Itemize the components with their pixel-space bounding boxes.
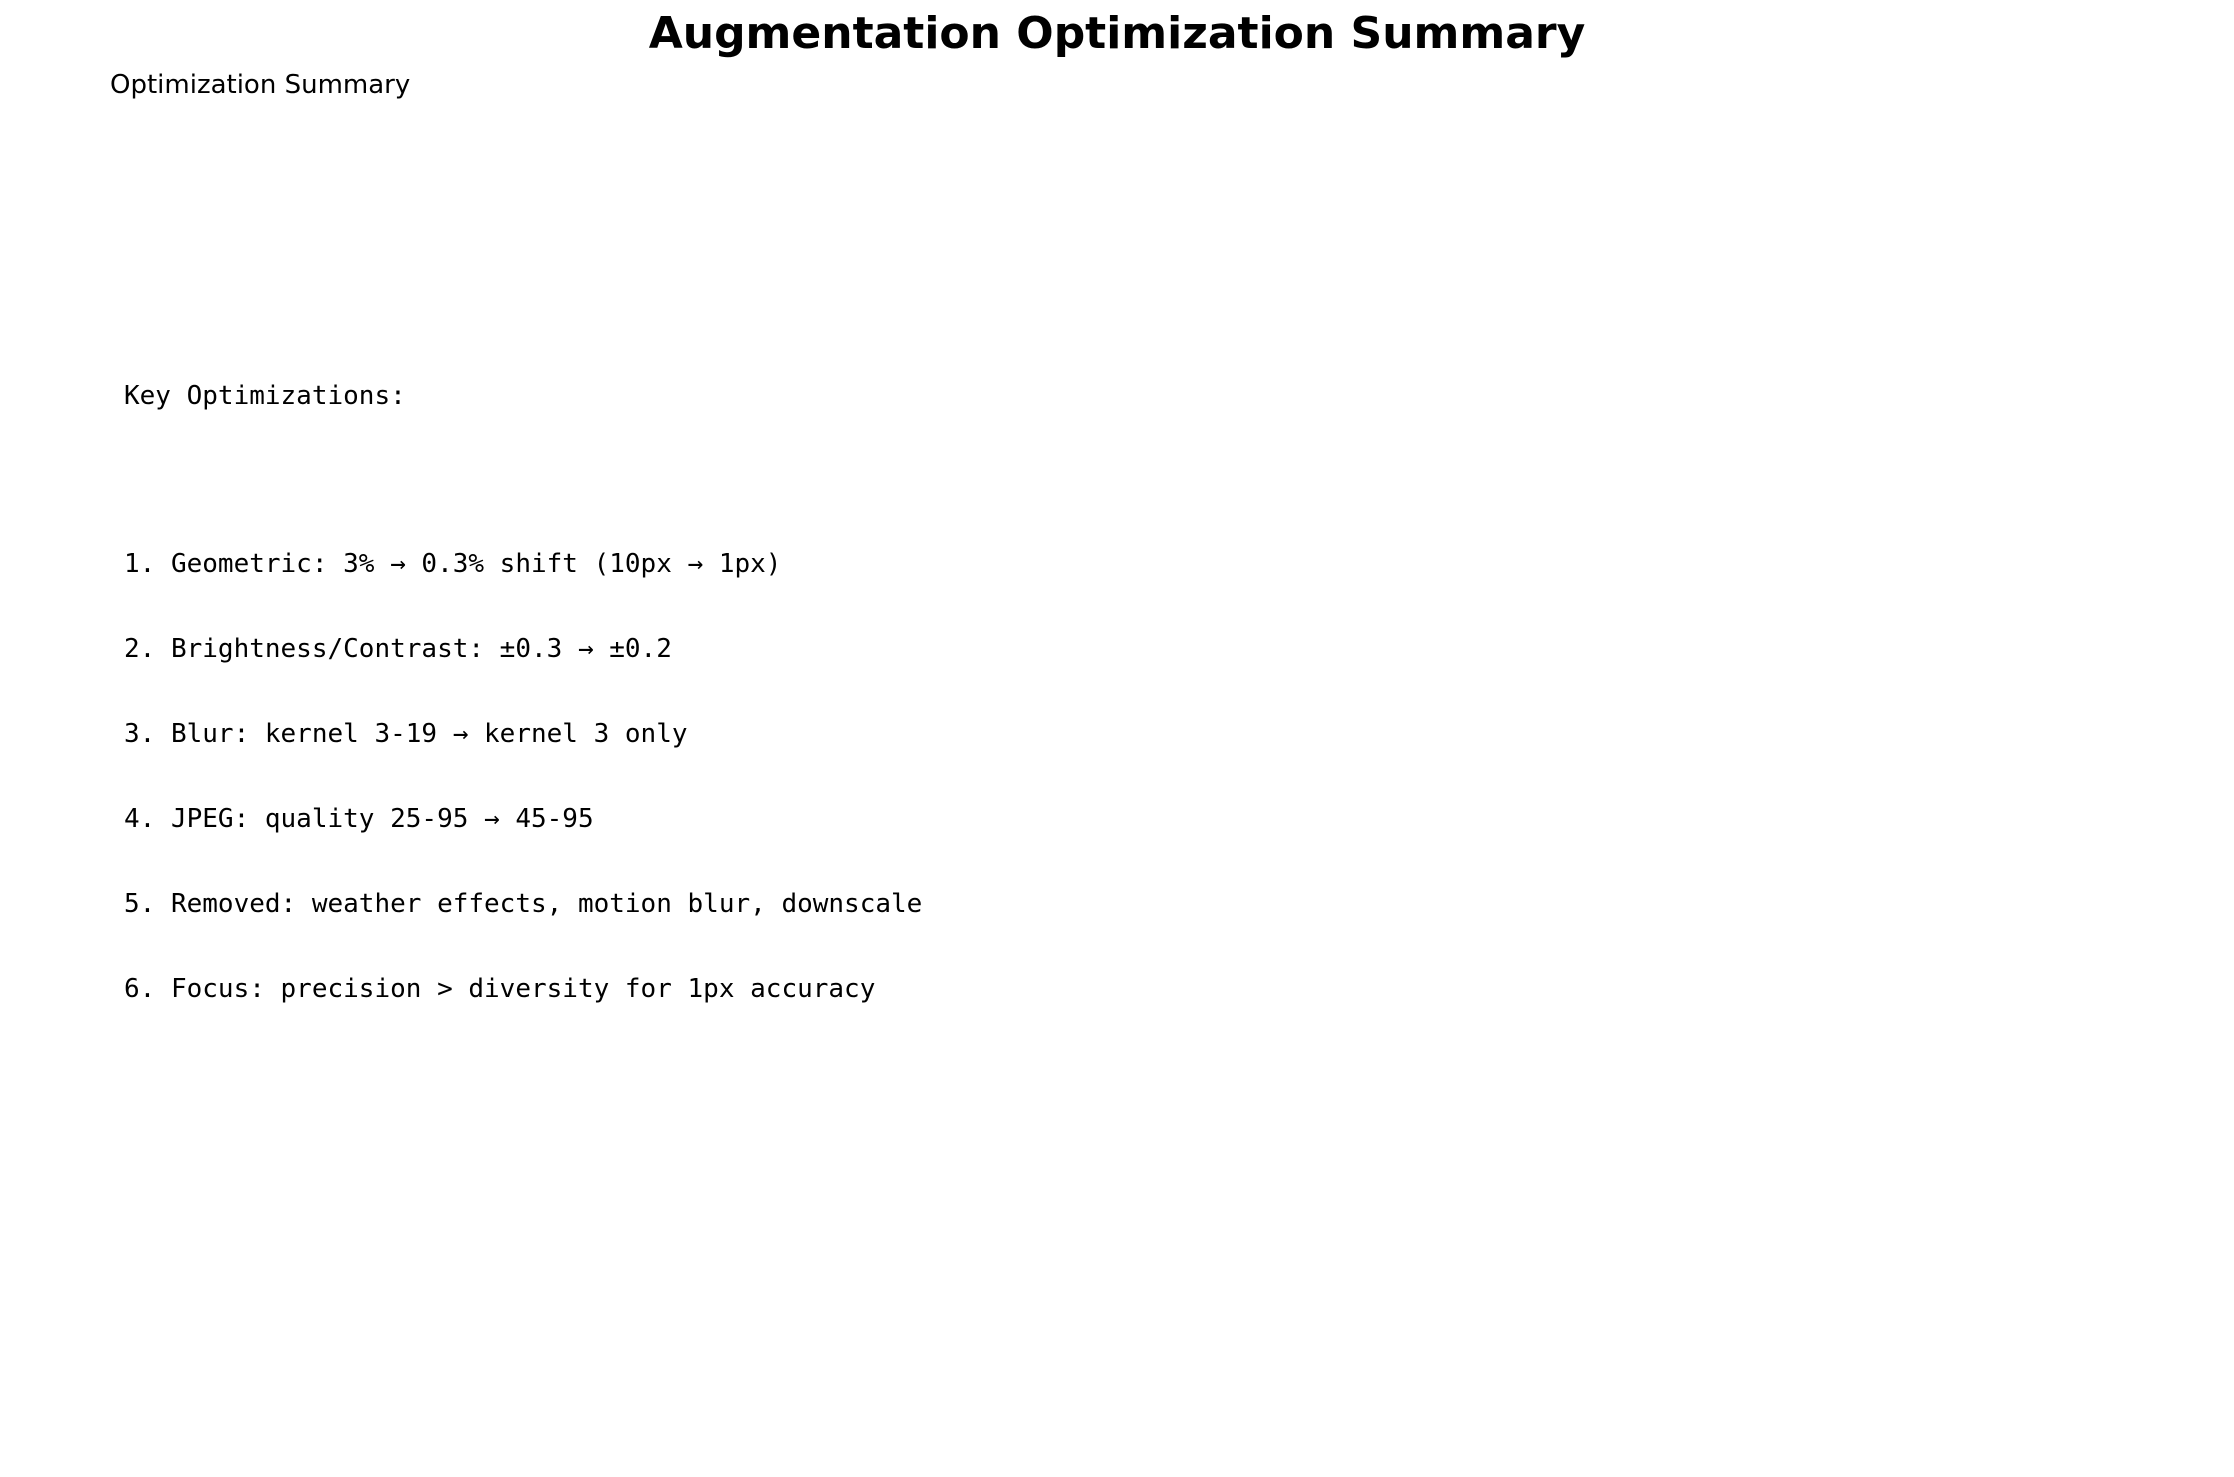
optimization-summary-block: Key Optimizations: 1. Geometric: 3% → 0.…: [124, 325, 922, 1088]
summary-item-brightness-contrast: 2. Brightness/Contrast: ±0.3 → ±0.2: [124, 633, 672, 664]
summary-item-blur: 3. Blur: kernel 3-19 → kernel 3 only: [124, 718, 688, 749]
summary-item-removed: 5. Removed: weather effects, motion blur…: [124, 888, 923, 919]
summary-heading: Key Optimizations:: [124, 380, 406, 411]
figure-title: Augmentation Optimization Summary: [648, 8, 1586, 59]
summary-item-jpeg: 4. JPEG: quality 25-95 → 45-95: [124, 803, 594, 834]
summary-item-geometric: 1. Geometric: 3% → 0.3% shift (10px → 1p…: [124, 549, 782, 580]
summary-item-focus: 6. Focus: precision > diversity for 1px …: [124, 973, 876, 1004]
summary-list: 1. Geometric: 3% → 0.3% shift (10px → 1p…: [124, 493, 922, 1059]
panel-title: Optimization Summary: [110, 70, 411, 100]
